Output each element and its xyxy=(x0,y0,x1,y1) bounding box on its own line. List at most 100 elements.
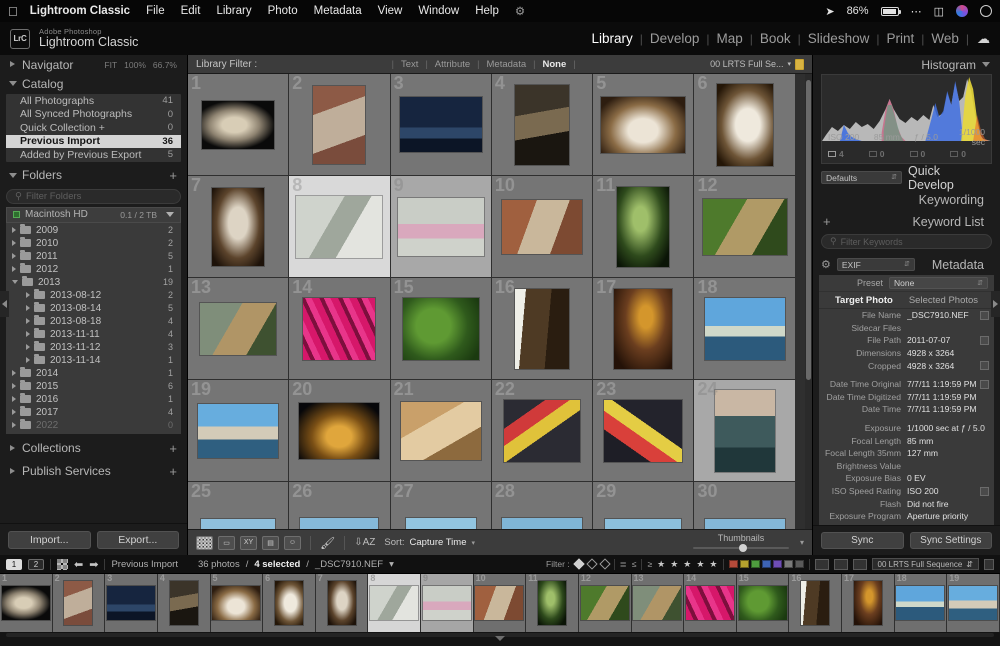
thumbnail-grid[interactable]: 1 2 3 4 5 6 7 8 9 10 11 12 13 14 15 16 17 18 19 20 21 22 23 24 2… xyxy=(188,74,812,529)
filmstrip-current-file[interactable]: _DSC7910.NEF xyxy=(315,559,383,570)
filmstrip-thumb-image[interactable] xyxy=(422,586,471,620)
folder-row-8[interactable]: 2013-11-11 4 xyxy=(6,328,181,341)
filmstrip-thumb-image[interactable] xyxy=(853,581,882,625)
filmstrip-thumb[interactable]: 8 xyxy=(368,573,421,632)
catalog-item-4[interactable]: Added by Previous Export 5 xyxy=(6,148,181,162)
grid-cell-thumbnail[interactable] xyxy=(198,403,279,458)
chevron-down-icon[interactable] xyxy=(12,279,18,287)
grid-cell[interactable]: 4 xyxy=(491,74,594,176)
metadata-row[interactable]: Exposure Bias 0 EV xyxy=(819,472,994,485)
filmstrip-thumb[interactable]: 6 xyxy=(263,573,316,632)
filter-toggle-1[interactable] xyxy=(814,558,829,570)
metadata-row[interactable]: Sidecar Files xyxy=(819,322,994,335)
right-panel-toggle[interactable] xyxy=(991,291,1000,317)
metadata-action-icon[interactable] xyxy=(980,310,989,320)
adobe-status-icon[interactable]: ⚙ xyxy=(515,4,525,18)
filmstrip-thumb[interactable]: 19 xyxy=(947,573,1000,632)
filmstrip-thumb[interactable]: 13 xyxy=(631,573,685,632)
menu-item-library[interactable]: Library xyxy=(216,5,251,17)
chevron-right-icon[interactable] xyxy=(12,253,16,259)
metadata-preset-select[interactable]: None ⇵ xyxy=(889,277,988,289)
chevron-right-icon[interactable] xyxy=(26,305,30,311)
folder-filter-input[interactable]: ⚲ Filter Folders xyxy=(6,188,181,204)
clock-icon[interactable] xyxy=(980,5,992,17)
grid-cell[interactable]: 6 xyxy=(694,74,796,176)
filmstrip-thumb[interactable]: 3 xyxy=(105,573,158,632)
metadata-value[interactable]: 4928 x 3264 xyxy=(907,348,989,358)
screen-mode-1-button[interactable]: 1 xyxy=(6,558,22,570)
grid-cell-thumbnail[interactable] xyxy=(397,197,484,256)
chevron-right-icon[interactable] xyxy=(12,396,16,402)
menu-item-metadata[interactable]: Metadata xyxy=(314,5,362,17)
filmstrip-thumb[interactable]: 10 xyxy=(473,573,527,632)
filmstrip-thumb[interactable]: 7 xyxy=(315,573,369,632)
filmstrip-thumb[interactable]: 5 xyxy=(210,573,264,632)
color-label-filter-0[interactable] xyxy=(728,560,738,568)
filmstrip-thumb[interactable]: 2 xyxy=(52,573,106,632)
spray-can-icon[interactable]: 🖌 xyxy=(320,536,335,550)
grid-cell[interactable]: 1 xyxy=(188,74,290,176)
metadata-value[interactable]: 2011-07-07 xyxy=(907,335,980,345)
grid-cell-thumbnail[interactable] xyxy=(502,199,583,254)
module-print[interactable]: Print xyxy=(879,31,921,46)
quick-develop-header[interactable]: Defaults ⇵ Quick Develop xyxy=(821,164,992,192)
metadata-row[interactable]: Cropped 4928 x 3264 xyxy=(819,359,994,372)
catalog-item-1[interactable]: All Synced Photographs 0 xyxy=(6,108,181,122)
filmstrip-thumb[interactable]: 4 xyxy=(157,573,211,632)
filmstrip-resize-handle[interactable] xyxy=(495,636,505,641)
module-slideshow[interactable]: Slideshow xyxy=(801,31,877,46)
arrow-right-icon[interactable]: ➡ xyxy=(89,558,98,571)
metadata-row[interactable]: Brightness Value xyxy=(819,460,994,473)
grid-cell-thumbnail[interactable] xyxy=(716,83,773,166)
sync-button[interactable]: Sync xyxy=(821,532,904,549)
grid-cell-thumbnail[interactable] xyxy=(300,517,379,529)
grid-cell[interactable]: 30 xyxy=(694,482,796,529)
metadata-action-icon[interactable] xyxy=(980,335,989,345)
folder-row-4[interactable]: 2013 19 xyxy=(6,276,181,289)
folder-row-10[interactable]: 2013-11-14 1 xyxy=(6,354,181,367)
filmstrip-collapse-button[interactable] xyxy=(984,558,994,570)
filmstrip-thumb-image[interactable] xyxy=(801,581,830,625)
color-label-filter-1[interactable] xyxy=(739,560,749,568)
metadata-row[interactable]: Focal Length 35mm 127 mm xyxy=(819,447,994,460)
tab-selected-photos[interactable]: Selected Photos xyxy=(909,295,978,306)
filmstrip-thumb-image[interactable] xyxy=(896,586,945,620)
collections-header[interactable]: Collections + xyxy=(0,438,187,458)
grid-cell[interactable]: 3 xyxy=(390,74,492,176)
histogram-graph[interactable]: ISO 200 85 mm ƒ / 5.0 1/1000 sec 4 0 0 0 xyxy=(821,74,992,164)
grid-cell[interactable]: 15 xyxy=(390,278,492,380)
star-5-icon[interactable]: ★ xyxy=(709,559,717,570)
grid-cell[interactable]: 25 xyxy=(188,482,290,529)
grid-cell-thumbnail[interactable] xyxy=(402,297,479,360)
quick-develop-preset-select[interactable]: Defaults ⇵ xyxy=(821,171,902,184)
keywording-header[interactable]: Keywording xyxy=(813,190,1000,209)
grid-cell-thumbnail[interactable] xyxy=(200,302,277,355)
flag-reject-icon[interactable] xyxy=(598,558,611,570)
filmstrip-thumb-image[interactable] xyxy=(738,586,787,620)
metadata-header[interactable]: ⚙ EXIF ⇵ Metadata xyxy=(813,255,1000,274)
grid-cell-thumbnail[interactable] xyxy=(601,96,686,153)
filmstrip-thumb-image[interactable] xyxy=(949,586,998,620)
tab-target-photo[interactable]: Target Photo xyxy=(835,295,893,306)
grid-cell-thumbnail[interactable] xyxy=(504,399,581,462)
metadata-value[interactable]: Aperture priority xyxy=(907,511,989,521)
folder-row-3[interactable]: 2012 1 xyxy=(6,263,181,276)
metadata-action-icon[interactable] xyxy=(980,361,989,371)
folder-row-7[interactable]: 2013-08-18 4 xyxy=(6,315,181,328)
ellipsis-icon[interactable]: ⋯ xyxy=(911,5,922,18)
color-label-filter-2[interactable] xyxy=(750,560,760,568)
module-develop[interactable]: Develop xyxy=(643,31,707,46)
filmstrip-source[interactable]: Previous Import xyxy=(111,559,178,570)
filmstrip-thumbnails[interactable]: 1 2 3 4 5 6 7 8 9 10 11 12 13 14 15 16 17 18 19 xyxy=(0,573,1000,632)
folder-row-2[interactable]: 2011 5 xyxy=(6,250,181,263)
grid-cell-thumbnail[interactable] xyxy=(202,100,275,149)
menu-item-help[interactable]: Help xyxy=(475,5,499,17)
grid-cell-thumbnail[interactable] xyxy=(702,198,787,255)
compare-view-icon[interactable]: XY xyxy=(240,535,257,550)
grid-cell[interactable]: 14 xyxy=(289,278,391,380)
sequence-preset-select[interactable]: 00 LRTS Full Sequence ⇵ xyxy=(871,558,979,570)
menu-item-edit[interactable]: Edit xyxy=(181,5,201,17)
keyword-list-header[interactable]: + Keyword List xyxy=(813,212,1000,231)
metadata-row[interactable]: File Name _DSC7910.NEF xyxy=(819,309,994,322)
chevron-right-icon[interactable] xyxy=(12,266,16,272)
